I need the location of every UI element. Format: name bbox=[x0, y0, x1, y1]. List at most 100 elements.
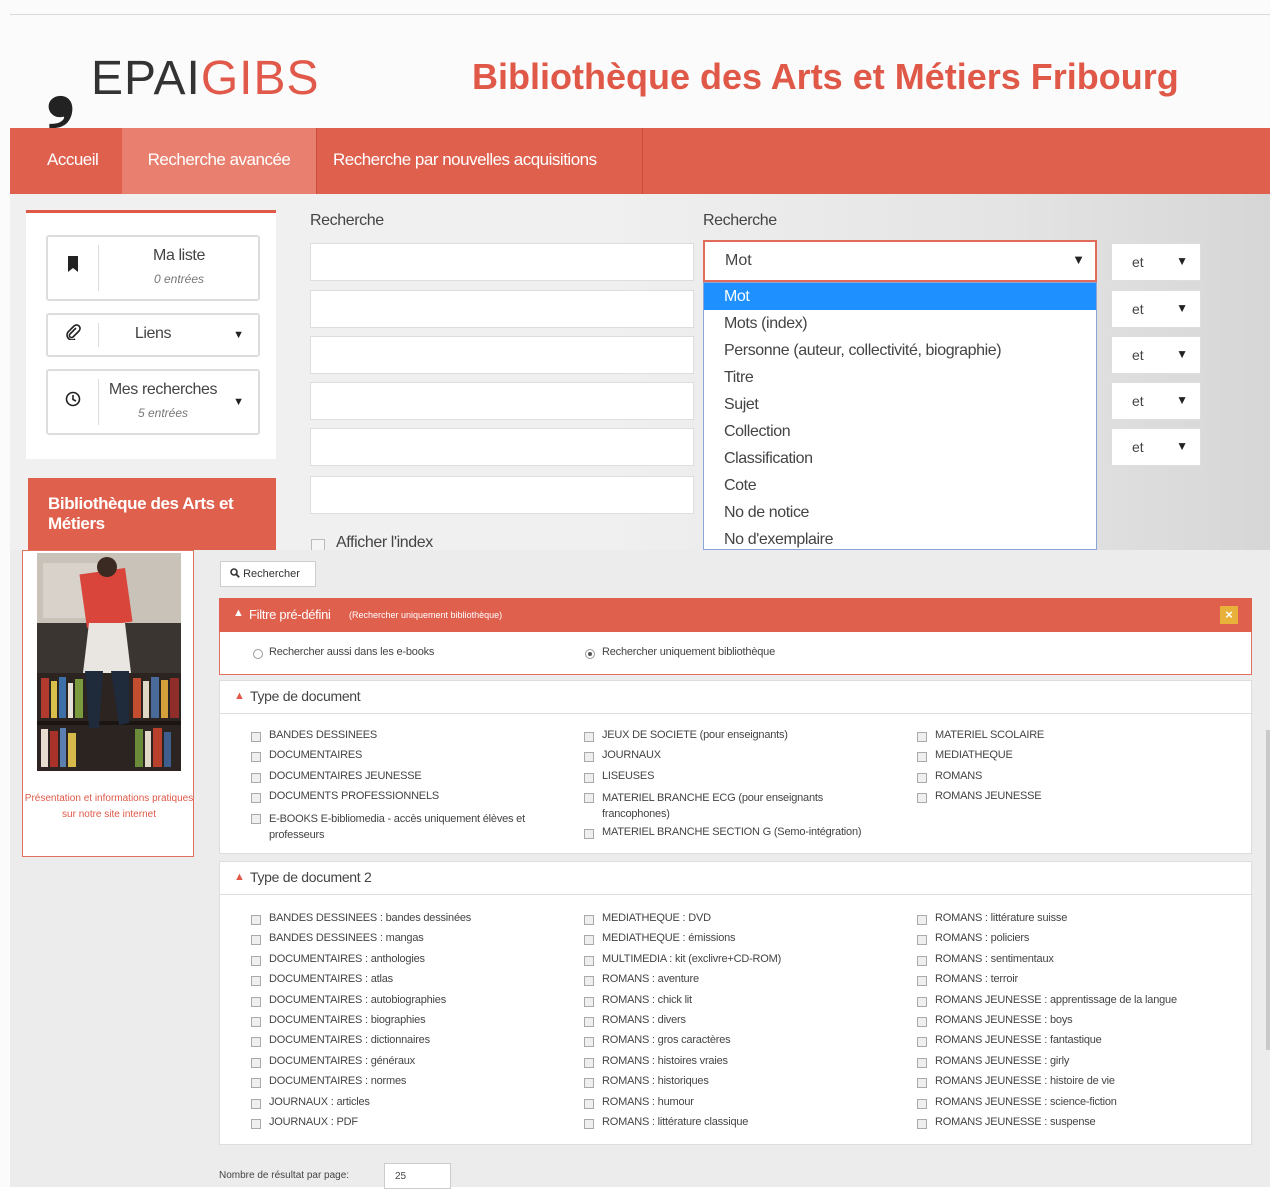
dropdown-option[interactable]: Classification bbox=[704, 445, 1096, 472]
checkbox[interactable] bbox=[584, 915, 594, 925]
dropdown-option[interactable]: Collection bbox=[704, 418, 1096, 445]
operator-value: et bbox=[1132, 301, 1144, 317]
dropdown-option[interactable]: Personne (auteur, collectivité, biograph… bbox=[704, 337, 1096, 364]
checkbox[interactable] bbox=[251, 752, 261, 762]
doc-type2-title: Type de document 2 bbox=[250, 869, 372, 885]
checkbox[interactable] bbox=[584, 996, 594, 1007]
library-info-card[interactable]: Présentation et informations pratiques s… bbox=[22, 550, 194, 857]
scrollbar[interactable] bbox=[1266, 730, 1270, 1050]
checkbox[interactable] bbox=[251, 793, 261, 803]
checkbox-label: DOCUMENTAIRES : autobiographies bbox=[269, 993, 446, 1006]
my-searches-dropdown[interactable]: Mes recherches 5 entrées ▼ bbox=[46, 369, 260, 435]
checkbox[interactable] bbox=[584, 976, 594, 987]
search-input-5[interactable] bbox=[310, 428, 694, 466]
search-input-6[interactable] bbox=[310, 476, 694, 514]
checkbox[interactable] bbox=[917, 773, 927, 783]
dropdown-option[interactable]: Sujet bbox=[704, 391, 1096, 418]
doc-type2-header[interactable]: ▲ Type de document 2 bbox=[220, 862, 1251, 895]
checkbox[interactable] bbox=[917, 793, 927, 803]
checkbox-label: ROMANS JEUNESSE : boys bbox=[935, 1014, 1073, 1026]
my-list-button[interactable]: Ma liste 0 entrées bbox=[46, 235, 260, 301]
checkbox-label: BANDES DESSINEES : bandes dessinées bbox=[269, 912, 472, 924]
checkbox[interactable] bbox=[917, 732, 927, 742]
links-dropdown[interactable]: Liens ▼ bbox=[46, 313, 260, 357]
checkbox[interactable] bbox=[251, 955, 261, 966]
checkbox[interactable] bbox=[584, 752, 594, 762]
checkbox[interactable] bbox=[917, 1057, 927, 1068]
checkbox[interactable] bbox=[917, 1078, 927, 1089]
checkbox[interactable] bbox=[584, 1017, 594, 1027]
checkbox[interactable] bbox=[584, 793, 594, 803]
logo[interactable]: ❟ EPAI GIBS bbox=[46, 48, 320, 124]
checkbox[interactable] bbox=[251, 1078, 261, 1089]
operator-select[interactable]: et ▼ bbox=[1111, 428, 1201, 466]
dropdown-option[interactable]: Mots (index) bbox=[704, 310, 1096, 337]
checkbox[interactable] bbox=[251, 1017, 261, 1027]
predefined-filter-title: Filtre pré-défini bbox=[249, 607, 331, 622]
checkbox[interactable] bbox=[251, 814, 261, 824]
checkbox[interactable] bbox=[251, 996, 261, 1007]
my-list-label: Ma liste bbox=[153, 247, 205, 264]
checkbox[interactable] bbox=[584, 935, 594, 946]
checkbox[interactable] bbox=[917, 976, 927, 987]
checkbox[interactable] bbox=[584, 1078, 594, 1089]
nav-divider bbox=[316, 128, 317, 194]
search-input-1[interactable] bbox=[310, 243, 694, 281]
search-button[interactable]: Rechercher bbox=[220, 561, 316, 587]
checkbox[interactable] bbox=[251, 1119, 261, 1129]
checkbox[interactable] bbox=[584, 1119, 594, 1129]
checkbox[interactable] bbox=[251, 915, 261, 925]
dropdown-option[interactable]: No d'exemplaire bbox=[704, 526, 1096, 549]
checkbox[interactable] bbox=[251, 1057, 261, 1068]
dropdown-option[interactable]: Titre bbox=[704, 364, 1096, 391]
checkbox[interactable] bbox=[584, 773, 594, 783]
operator-value: et bbox=[1132, 393, 1144, 409]
dropdown-option[interactable]: No de notice bbox=[704, 499, 1096, 526]
checkbox[interactable] bbox=[917, 752, 927, 762]
checkbox[interactable] bbox=[584, 1098, 594, 1109]
checkbox-label: DOCUMENTAIRES : dictionnaires bbox=[269, 1034, 430, 1047]
close-icon[interactable]: × bbox=[1220, 606, 1238, 624]
checkbox[interactable] bbox=[584, 1037, 594, 1048]
checkbox[interactable] bbox=[917, 915, 927, 925]
checkbox[interactable] bbox=[251, 773, 261, 783]
predefined-filter-header[interactable]: ▲ Filtre pré-défini (Rechercher uniqueme… bbox=[219, 598, 1252, 632]
field-select-1[interactable]: Mot ▼ bbox=[703, 240, 1097, 282]
checkbox[interactable] bbox=[251, 976, 261, 987]
checkbox-label: ROMANS : sentimentaux bbox=[935, 952, 1054, 965]
checkbox[interactable] bbox=[917, 1037, 927, 1048]
nav-item-recherche-avancee[interactable]: Recherche avancée bbox=[122, 128, 316, 194]
results-per-page-input[interactable]: 25 bbox=[384, 1163, 451, 1189]
checkbox[interactable] bbox=[251, 1037, 261, 1048]
operator-select[interactable]: et ▼ bbox=[1111, 243, 1201, 281]
dropdown-option[interactable]: Mot bbox=[704, 283, 1096, 310]
checkbox[interactable] bbox=[251, 1098, 261, 1109]
radio-search-ebooks[interactable] bbox=[253, 649, 263, 659]
checkbox[interactable] bbox=[584, 1057, 594, 1068]
checkbox[interactable] bbox=[584, 955, 594, 966]
checkbox[interactable] bbox=[917, 996, 927, 1007]
checkbox[interactable] bbox=[251, 732, 261, 742]
checkbox[interactable] bbox=[917, 1119, 927, 1129]
caret-down-icon: ▼ bbox=[1176, 254, 1188, 268]
checkbox[interactable] bbox=[584, 829, 594, 839]
doc-type-header[interactable]: ▲ Type de document bbox=[220, 681, 1251, 714]
checkbox[interactable] bbox=[917, 955, 927, 966]
dropdown-option[interactable]: Cote bbox=[704, 472, 1096, 499]
checkbox[interactable] bbox=[917, 1098, 927, 1109]
checkbox-label: JEUX DE SOCIETE (pour enseignants) bbox=[602, 729, 788, 741]
checkbox[interactable] bbox=[251, 935, 261, 946]
radio-search-library-only[interactable] bbox=[585, 649, 595, 659]
nav-item-nouvelles-acquisitions[interactable]: Recherche par nouvelles acquisitions bbox=[333, 128, 597, 194]
checkbox[interactable] bbox=[584, 732, 594, 742]
operator-select[interactable]: et ▼ bbox=[1111, 290, 1201, 328]
search-input-2[interactable] bbox=[310, 290, 694, 328]
search-input-3[interactable] bbox=[310, 336, 694, 374]
nav-item-accueil[interactable]: Accueil bbox=[47, 128, 99, 194]
checkbox[interactable] bbox=[917, 935, 927, 946]
operator-select[interactable]: et ▼ bbox=[1111, 336, 1201, 374]
checkbox[interactable] bbox=[917, 1017, 927, 1027]
library-info-caption[interactable]: Présentation et informations pratiques s… bbox=[23, 791, 195, 823]
search-input-4[interactable] bbox=[310, 382, 694, 420]
operator-select[interactable]: et ▼ bbox=[1111, 382, 1201, 420]
